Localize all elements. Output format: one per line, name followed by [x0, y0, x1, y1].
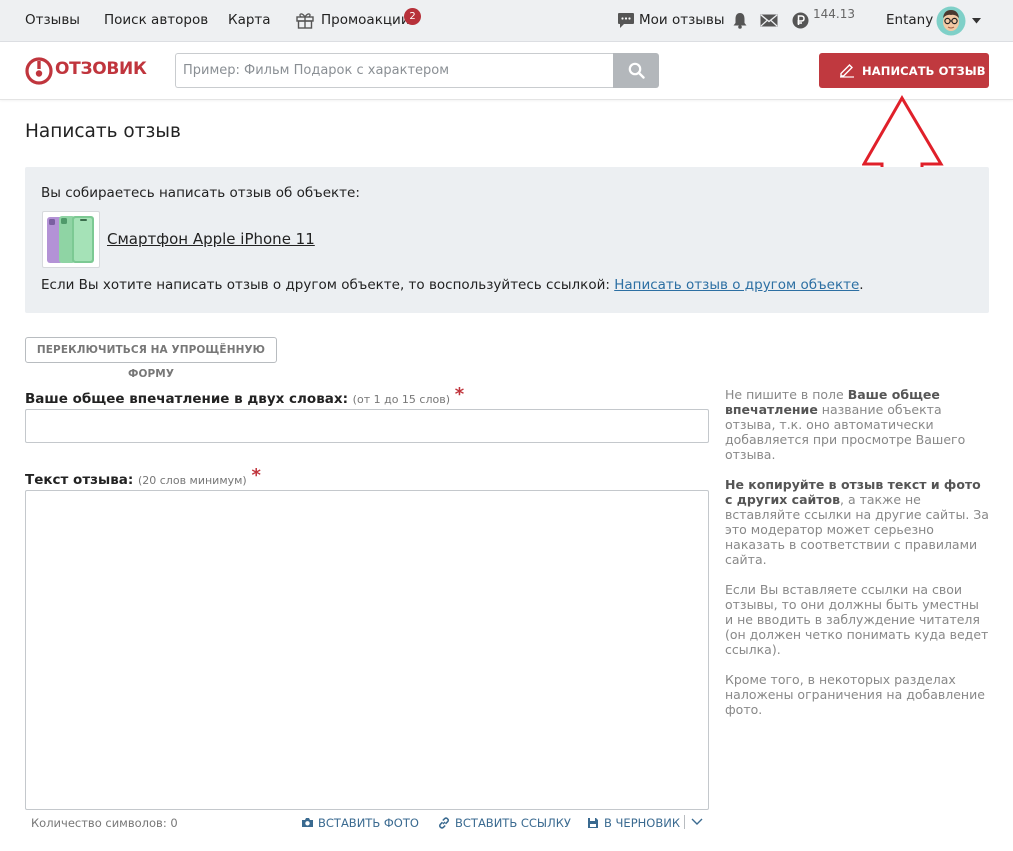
- nav-my-reviews[interactable]: Мои отзывы: [639, 12, 725, 28]
- search-input[interactable]: [175, 53, 614, 88]
- object-link[interactable]: Смартфон Apple iPhone 11: [107, 230, 315, 248]
- search-icon: [628, 62, 645, 79]
- header: ОТЗОВИК НАПИСАТЬ ОТЗЫВ: [0, 42, 1013, 100]
- page-title: Написать отзыв: [25, 121, 181, 142]
- logo-icon: [25, 57, 53, 85]
- switch-simple-form-button[interactable]: ПЕРЕКЛЮЧИТЬСЯ НА УПРОЩЁННУЮ ФОРМУ: [25, 337, 277, 380]
- avatar[interactable]: [936, 6, 966, 36]
- gift-icon[interactable]: [295, 10, 315, 30]
- other-object-prefix: Если Вы хотите написать отзыв о другом о…: [41, 277, 615, 293]
- rule-impression: Не пишите в поле Ваше общее впечатление …: [725, 387, 966, 462]
- nav-author-search[interactable]: Поиск авторов: [104, 12, 208, 28]
- product-thumbnail[interactable]: [42, 211, 100, 268]
- chevron-down-icon[interactable]: [691, 818, 703, 826]
- comment-icon[interactable]: [617, 12, 635, 29]
- link-icon: [439, 817, 449, 829]
- logo[interactable]: ОТЗОВИК: [25, 56, 150, 86]
- insert-link-label: ВСТАВИТЬ ССЫЛКУ: [455, 816, 571, 830]
- chevron-down-icon[interactable]: [972, 18, 981, 24]
- write-review-button[interactable]: НАПИСАТЬ ОТЗЫВ: [819, 53, 989, 88]
- review-text-label: Текст отзыва: (20 слов минимум) *: [25, 465, 261, 489]
- review-text-label-text: Текст отзыва:: [25, 472, 134, 488]
- nav-reviews[interactable]: Отзывы: [25, 12, 80, 28]
- rule-no-copy: Не копируйте в отзыв текст и фото с друг…: [725, 477, 989, 567]
- username[interactable]: Entany: [886, 12, 933, 28]
- save-draft-label: В ЧЕРНОВИК: [604, 816, 680, 830]
- mail-icon[interactable]: [760, 14, 778, 27]
- logo-text: ОТЗОВИК: [55, 59, 147, 79]
- rule-links: Если Вы вставляете ссылки на свои отзывы…: [725, 582, 989, 657]
- rule-photos: Кроме того, в некоторых разделах наложен…: [725, 672, 985, 717]
- phone-image-icon: [47, 216, 94, 263]
- bell-icon[interactable]: [732, 12, 748, 29]
- object-intro: Вы собираетесь написать отзыв об объекте…: [41, 185, 360, 201]
- editor-toolbar: Количество символов: 0 ВСТАВИТЬ ФОТО ВСТ…: [25, 813, 709, 835]
- top-nav: Отзывы Поиск авторов Карта Промоакции 2 …: [0, 0, 1013, 42]
- toolbar-divider: [684, 815, 685, 829]
- object-info-box: Вы собираетесь написать отзыв об объекте…: [25, 167, 989, 313]
- nav-promos[interactable]: Промоакции: [321, 12, 410, 28]
- impression-label: Ваше общее впечатление в двух словах: (о…: [25, 384, 465, 408]
- required-mark: *: [454, 384, 465, 405]
- balance-value: 144.13: [813, 7, 855, 21]
- review-text-hint: (20 слов минимум): [137, 474, 247, 487]
- camera-icon: [302, 818, 313, 827]
- impression-label-text: Ваше общее впечатление в двух словах:: [25, 391, 348, 407]
- floppy-icon: [588, 818, 598, 828]
- nav-map[interactable]: Карта: [228, 12, 271, 28]
- review-text-input[interactable]: [25, 490, 709, 810]
- write-review-label: НАПИСАТЬ ОТЗЫВ: [862, 64, 986, 78]
- other-object-text: Если Вы хотите написать отзыв о другом о…: [41, 277, 864, 293]
- impression-hint: (от 1 до 15 слов): [352, 393, 451, 406]
- other-object-suffix: .: [859, 277, 864, 293]
- search-button[interactable]: [613, 53, 659, 88]
- required-mark: *: [251, 465, 261, 486]
- impression-input[interactable]: [25, 409, 709, 443]
- char-count: Количество символов: 0: [31, 816, 178, 830]
- insert-photo-label: ВСТАВИТЬ ФОТО: [318, 816, 419, 830]
- pencil-icon: [840, 64, 854, 78]
- ruble-coin-icon[interactable]: [792, 12, 809, 29]
- rules-sidebar: Не пишите в поле Ваше общее впечатление …: [725, 387, 989, 732]
- promos-badge: 2: [404, 8, 421, 25]
- other-object-link[interactable]: Написать отзыв о другом объекте: [614, 277, 859, 293]
